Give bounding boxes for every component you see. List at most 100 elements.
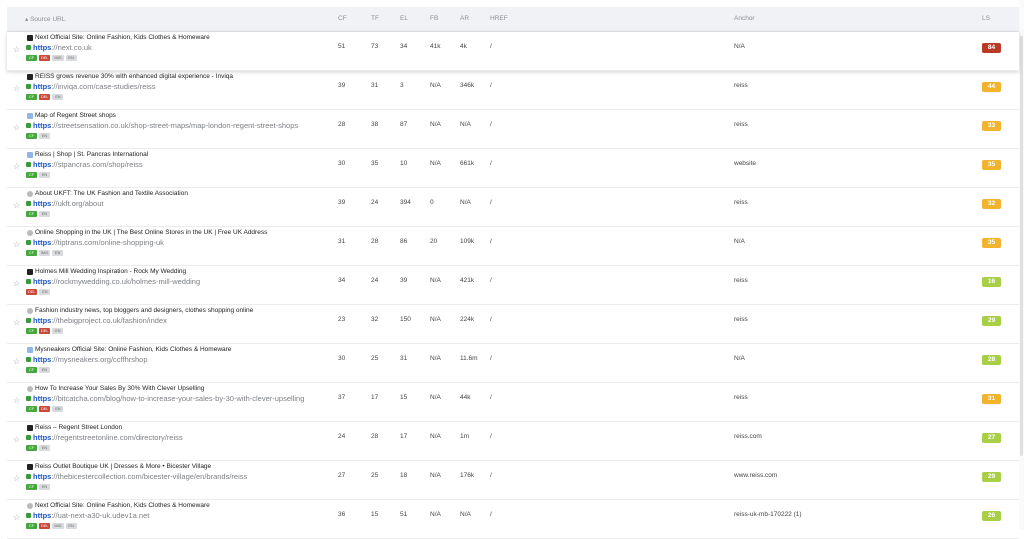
table-row[interactable]: ☆ Mysneakers Official Site: Online Fashi…: [7, 344, 1019, 383]
star-icon[interactable]: ☆: [13, 84, 20, 93]
url-path[interactable]: ://ukft.org/about: [51, 199, 103, 208]
anchor-value: N/A: [734, 43, 745, 50]
page-title: Online Shopping in the UK | The Best Onl…: [35, 229, 268, 236]
source-url-link[interactable]: https://uat-next-a30-uk.udev1a.net: [33, 511, 149, 520]
url-path[interactable]: ://inviqa.com/case-studies/reiss: [51, 82, 155, 91]
url-path[interactable]: ://stpancras.com/shop/reiss: [51, 160, 142, 169]
url-path[interactable]: ://uat-next-a30-uk.udev1a.net: [51, 511, 149, 520]
url-protocol[interactable]: https: [33, 394, 51, 403]
table-row[interactable]: ☆ Next Official Site: Online Fashion, Ki…: [7, 500, 1019, 539]
url-protocol[interactable]: https: [33, 511, 51, 520]
table-row[interactable]: ☆ REISS grows revenue 30% with enhanced …: [7, 71, 1019, 110]
url-protocol[interactable]: https: [33, 316, 51, 325]
url-protocol[interactable]: https: [33, 43, 51, 52]
url-path[interactable]: ://thebicestercollection.com/bicester-vi…: [51, 472, 247, 481]
lock-icon: [26, 396, 31, 401]
source-url-link[interactable]: https://ukft.org/about: [33, 199, 103, 208]
header-source-url[interactable]: ▴ Source URL: [25, 15, 65, 23]
source-url-link[interactable]: https://streetsensation.co.uk/shop-stree…: [33, 121, 298, 130]
star-icon[interactable]: ☆: [13, 396, 20, 405]
star-icon[interactable]: ☆: [13, 240, 20, 249]
tag-del: DEL: [26, 289, 38, 295]
url-protocol[interactable]: https: [33, 160, 51, 169]
url-path[interactable]: ://next.co.uk: [51, 43, 91, 52]
star-icon[interactable]: ☆: [13, 435, 20, 444]
source-url-link[interactable]: https://stpancras.com/shop/reiss: [33, 160, 143, 169]
ar-value: 661k: [460, 160, 475, 167]
scrollbar-thumb[interactable]: [1020, 36, 1023, 456]
url-protocol[interactable]: https: [33, 121, 51, 130]
header-anchor[interactable]: Anchor: [734, 15, 755, 22]
star-icon[interactable]: ☆: [13, 318, 20, 327]
star-icon[interactable]: ☆: [13, 357, 20, 366]
tag-cf: CF: [26, 211, 37, 217]
url-path[interactable]: ://thebigproject.co.uk/fashion/index: [51, 316, 167, 325]
source-url-link[interactable]: https://thebigproject.co.uk/fashion/inde…: [33, 316, 167, 325]
table-body: ☆ Next Official Site: Online Fashion, Ki…: [7, 32, 1019, 539]
table-row[interactable]: ☆ Holmes Mill Wedding Inspiration - Rock…: [7, 266, 1019, 305]
el-value: 51: [400, 511, 408, 518]
url-protocol[interactable]: https: [33, 433, 51, 442]
favicon-icon: [27, 464, 33, 470]
header-href[interactable]: HREF: [490, 15, 508, 22]
table-row[interactable]: ☆ Fashion industry news, top bloggers an…: [7, 305, 1019, 344]
source-url-link[interactable]: https://thebicestercollection.com/bicest…: [33, 472, 247, 481]
url-protocol[interactable]: https: [33, 82, 51, 91]
favicon-icon: [27, 230, 33, 236]
url-path[interactable]: ://tiptrans.com/online-shopping-uk: [51, 238, 164, 247]
href-value: /: [490, 238, 492, 245]
anchor-value: reiss: [734, 316, 748, 323]
source-url-link[interactable]: https://tiptrans.com/online-shopping-uk: [33, 238, 164, 247]
source-url-link[interactable]: https://inviqa.com/case-studies/reiss: [33, 82, 156, 91]
header-tf[interactable]: TF: [371, 15, 379, 22]
header-fb[interactable]: FB: [430, 15, 438, 22]
tag-del: DEL: [39, 55, 51, 61]
table-row[interactable]: ☆ How To Increase Your Sales By 30% With…: [7, 383, 1019, 422]
el-value: 15: [400, 394, 408, 401]
tag-list: DEL EN: [26, 289, 51, 295]
star-icon[interactable]: ☆: [13, 45, 20, 54]
star-icon[interactable]: ☆: [13, 123, 20, 132]
star-icon[interactable]: ☆: [13, 162, 20, 171]
cf-value: 30: [338, 355, 346, 362]
tf-value: 15: [371, 511, 379, 518]
url-protocol[interactable]: https: [33, 472, 51, 481]
table-row[interactable]: ☆ Reiss Outlet Boutique UK | Dresses & M…: [7, 461, 1019, 500]
href-value: /: [490, 121, 492, 128]
star-icon[interactable]: ☆: [13, 513, 20, 522]
href-value: /: [490, 433, 492, 440]
star-icon[interactable]: ☆: [13, 201, 20, 210]
star-icon[interactable]: ☆: [13, 279, 20, 288]
url-path[interactable]: ://regentstreetonline.com/directory/reis…: [51, 433, 182, 442]
tag-en: EN: [65, 523, 77, 529]
header-cf[interactable]: CF: [338, 15, 347, 22]
ar-value: N/A: [460, 511, 471, 518]
source-url-link[interactable]: https://mysneakers.org/ccffhrshop: [33, 355, 148, 364]
url-path[interactable]: ://bitcatcha.com/blog/how-to-increase-yo…: [51, 394, 304, 403]
url-protocol[interactable]: https: [33, 277, 51, 286]
source-url-link[interactable]: https://rockmywedding.co.uk/holmes-mill-…: [33, 277, 200, 286]
scrollbar[interactable]: [1019, 0, 1024, 529]
table-row[interactable]: ☆ Next Official Site: Online Fashion, Ki…: [7, 32, 1019, 71]
table-row[interactable]: ☆ About UKFT: The UK Fashion and Textile…: [7, 188, 1019, 227]
url-protocol[interactable]: https: [33, 238, 51, 247]
url-path[interactable]: ://rockmywedding.co.uk/holmes-mill-weddi…: [51, 277, 200, 286]
lock-icon: [26, 123, 31, 128]
source-url-link[interactable]: https://regentstreetonline.com/directory…: [33, 433, 183, 442]
fb-value: 0: [430, 199, 434, 206]
header-ls[interactable]: LS: [982, 15, 990, 22]
url-protocol[interactable]: https: [33, 355, 51, 364]
url-path[interactable]: ://mysneakers.org/ccffhrshop: [51, 355, 147, 364]
url-path[interactable]: ://streetsensation.co.uk/shop-street-map…: [51, 121, 298, 130]
url-protocol[interactable]: https: [33, 199, 51, 208]
table-row[interactable]: ☆ Reiss | Shop | St. Pancras Internation…: [7, 149, 1019, 188]
table-row[interactable]: ☆ Reiss – Regent Street London https://r…: [7, 422, 1019, 461]
header-ar[interactable]: AR: [460, 15, 469, 22]
table-row[interactable]: ☆ Online Shopping in the UK | The Best O…: [7, 227, 1019, 266]
header-el[interactable]: EL: [400, 15, 408, 22]
tag-img: IMG: [39, 250, 51, 256]
table-row[interactable]: ☆ Map of Regent Street shops https://str…: [7, 110, 1019, 149]
source-url-link[interactable]: https://bitcatcha.com/blog/how-to-increa…: [33, 394, 304, 403]
source-url-link[interactable]: https://next.co.uk: [33, 43, 92, 52]
star-icon[interactable]: ☆: [13, 474, 20, 483]
